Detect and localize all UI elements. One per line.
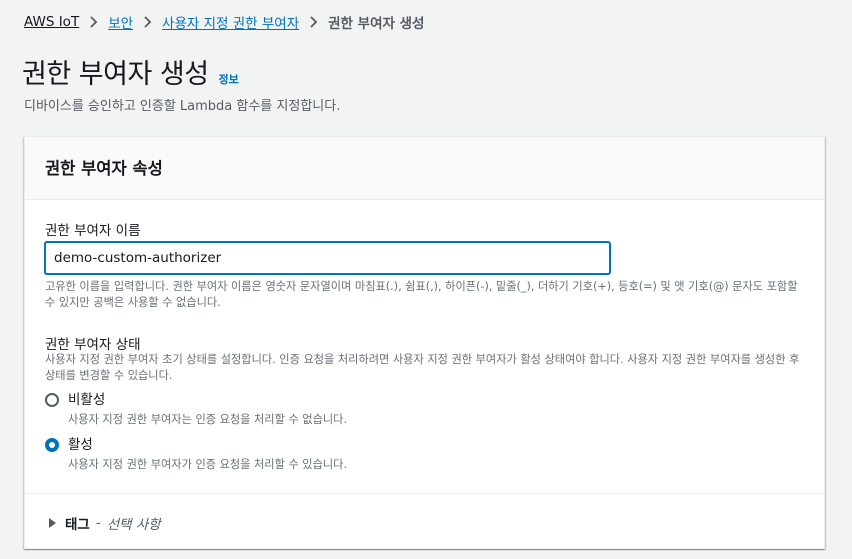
chevron-right-icon	[143, 16, 152, 28]
status-option-inactive[interactable]: 비활성 사용자 지정 권한 부여자는 인증 요청을 처리할 수 없습니다.	[45, 391, 347, 428]
breadcrumb: AWS IoT 보안 사용자 지정 권한 부여자 권한 부여자 생성	[24, 12, 424, 32]
panel-title: 권한 부여자 속성	[45, 159, 163, 178]
status-option-label: 활성	[68, 437, 93, 453]
authorizer-status-label: 권한 부여자 상태	[45, 337, 141, 353]
breadcrumb-security[interactable]: 보안	[108, 12, 133, 32]
breadcrumb-aws-iot[interactable]: AWS IoT	[24, 14, 79, 30]
page-title: 권한 부여자 생성	[22, 59, 209, 90]
chevron-right-icon	[89, 16, 98, 28]
chevron-right-icon	[309, 16, 318, 28]
radio-checked-icon[interactable]	[45, 438, 59, 452]
info-link[interactable]: 정보	[219, 71, 239, 87]
tags-expander[interactable]: 태그 - 선택 사항	[49, 513, 161, 533]
panel-header: 권한 부여자 속성	[25, 137, 824, 200]
authorizer-properties-panel: 권한 부여자 속성 권한 부여자 이름 고유한 이름을 입력합니다. 권한 부여…	[24, 136, 825, 549]
page-header: 권한 부여자 생성 정보	[22, 52, 239, 91]
caret-right-icon	[49, 518, 56, 528]
tags-separator: -	[95, 515, 101, 531]
status-option-active[interactable]: 활성 사용자 지정 권한 부여자가 인증 요청을 처리할 수 있습니다.	[45, 436, 347, 473]
page-description: 디바이스를 승인하고 인증할 Lambda 함수를 지정합니다.	[24, 99, 341, 114]
status-option-description: 사용자 지정 권한 부여자는 인증 요청을 처리할 수 없습니다.	[68, 413, 348, 426]
tags-optional-label: 선택 사항	[106, 517, 161, 533]
status-option-description: 사용자 지정 권한 부여자가 인증 요청을 처리할 수 있습니다.	[68, 458, 348, 471]
divider	[25, 493, 824, 494]
authorizer-name-input[interactable]	[45, 242, 610, 274]
authorizer-status-description: 사용자 지정 권한 부여자 초기 상태를 설정합니다. 인증 요청을 처리하려면…	[45, 353, 800, 382]
breadcrumb-custom-authorizers[interactable]: 사용자 지정 권한 부여자	[162, 12, 299, 32]
radio-unchecked-icon[interactable]	[45, 393, 59, 407]
breadcrumb-current: 권한 부여자 생성	[328, 16, 425, 32]
authorizer-name-hint: 고유한 이름을 입력합니다. 권한 부여자 이름은 영숫자 문자열이며 마침표(…	[45, 280, 798, 309]
tags-label: 태그	[65, 517, 90, 533]
status-option-label: 비활성	[68, 392, 106, 408]
authorizer-name-label: 권한 부여자 이름	[45, 223, 141, 239]
